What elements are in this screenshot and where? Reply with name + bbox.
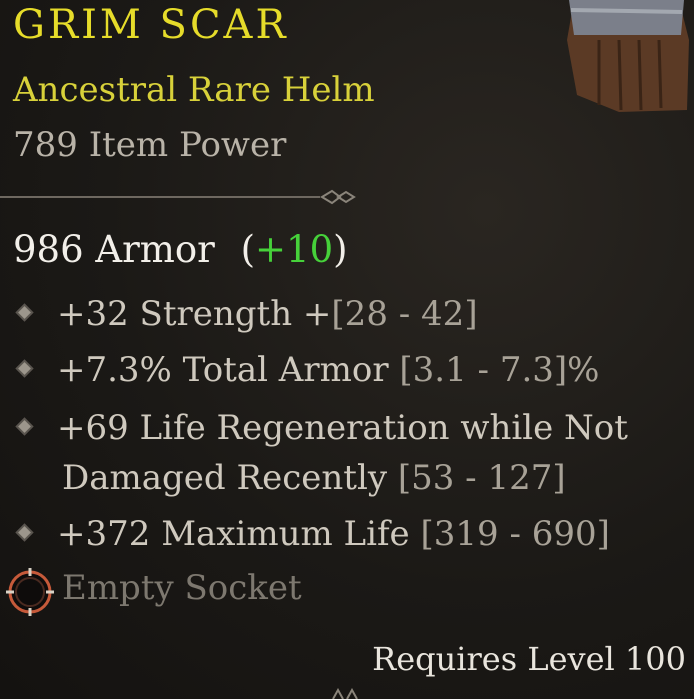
- affix-text: Damaged Recently: [62, 458, 398, 498]
- bullet-diamond-icon: [18, 361, 31, 375]
- socket-label: Empty Socket: [62, 568, 302, 608]
- affix-text: +32 Strength +: [57, 294, 332, 334]
- affix-life-regen-cont: Damaged Recently [53 - 127]: [62, 452, 566, 504]
- item-type: Ancestral Rare Helm: [13, 70, 375, 110]
- helm-icon: [567, 0, 689, 112]
- affix-range: [3.1 - 7.3]%: [399, 350, 600, 390]
- bullet-diamond-icon: [18, 419, 31, 433]
- bullet-diamond-icon: [18, 525, 31, 539]
- item-name: GRIM SCAR: [13, 2, 289, 48]
- bottom-ornament-icon: [332, 688, 358, 699]
- affix-strength: +32 Strength +[28 - 42]: [18, 288, 478, 340]
- affix-text: +372 Maximum Life: [57, 514, 421, 554]
- divider: [0, 189, 356, 205]
- armor-bonus-open: (: [240, 228, 256, 271]
- armor-stat: 986 Armor (+10): [13, 228, 348, 271]
- affix-range: [53 - 127]: [397, 458, 566, 498]
- armor-bonus: +10: [255, 228, 334, 271]
- affix-text: +69 Life Regeneration while Not: [57, 408, 628, 448]
- bullet-diamond-icon: [18, 305, 31, 319]
- level-requirement: Requires Level 100: [372, 640, 686, 678]
- affix-text: +7.3% Total Armor: [57, 350, 400, 390]
- item-power: 789 Item Power: [13, 125, 287, 165]
- armor-bonus-close: ): [333, 228, 348, 271]
- affix-range: [28 - 42]: [331, 294, 478, 334]
- affix-total-armor: +7.3% Total Armor [3.1 - 7.3]%: [18, 344, 600, 396]
- affix-maximum-life: +372 Maximum Life [319 - 690]: [18, 508, 610, 560]
- affix-range: [319 - 690]: [420, 514, 610, 554]
- socket-icon: [6, 568, 54, 616]
- armor-value: 986 Armor: [13, 228, 215, 271]
- affix-life-regen: +69 Life Regeneration while Not: [18, 402, 628, 454]
